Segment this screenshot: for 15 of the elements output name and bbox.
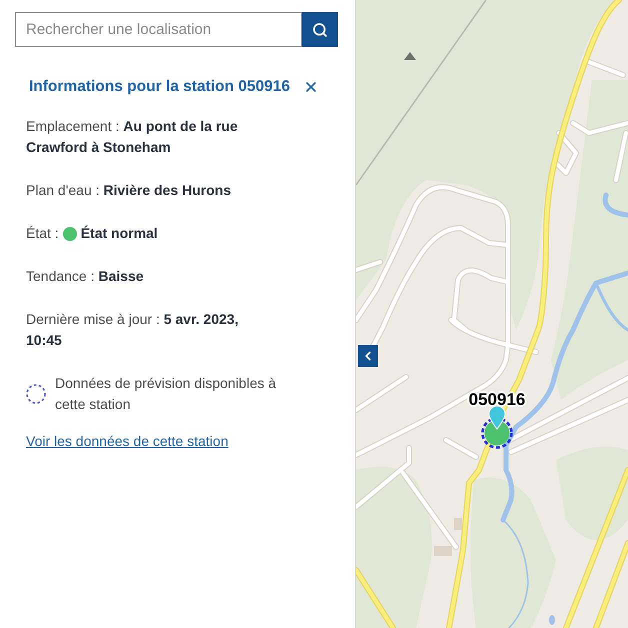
info-text: Tendance : Baisse [26,267,145,286]
dashed-circle-icon [26,384,46,404]
station-data-link[interactable]: Voir les données de cette station [26,431,228,452]
info-text: Emplacement : Au pont de la rue Crawford à Stoneham [26,117,239,157]
status-label: État : [26,224,59,243]
forecast-note: Données de prévision disponibles à cette station [55,374,278,414]
collapse-button[interactable] [358,345,378,367]
status-value: État normal [80,224,158,243]
panel-title: Informations pour la station 050916 [29,77,290,97]
search-field[interactable]: Rechercher une localisation [15,12,302,47]
search-button[interactable] [302,12,338,47]
location-pin-icon[interactable] [488,406,506,430]
search-icon [312,22,328,38]
info-text: Plan d'eau : Rivière des Hurons [26,181,232,200]
info-text: Dernière mise à jour : 5 avr. 2023, 10:45 [26,310,240,350]
